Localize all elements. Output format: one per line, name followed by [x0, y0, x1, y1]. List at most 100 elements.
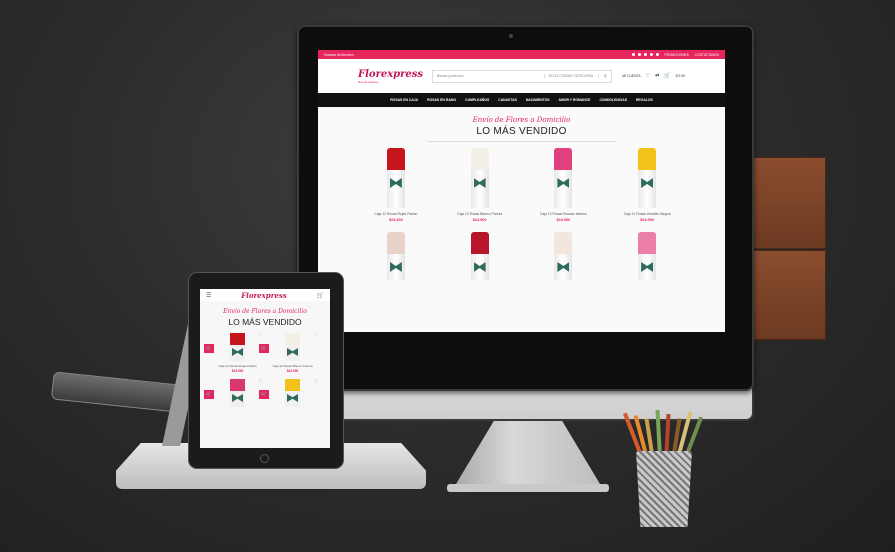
product-card[interactable]	[605, 232, 689, 286]
product-card[interactable]: Caja 12 Rosas Blanco Pureza $24.900	[438, 148, 522, 222]
ribbon-icon	[389, 262, 402, 272]
product-name[interactable]: Caja 12 Rosas Blanco Pureza	[272, 364, 312, 368]
ribbon-icon	[287, 394, 298, 402]
gift-box	[230, 391, 245, 407]
product-card[interactable]: Caja 12 Rosas Rojas Pasión $24.900	[354, 148, 438, 222]
product-image[interactable]	[638, 148, 657, 208]
product-image[interactable]	[230, 333, 245, 361]
wishlist-icon[interactable]: ♡	[314, 333, 318, 339]
main-nav: ROSAS EN CAJA ROSAS EN RAMO CUMPLEAÑOS CANA…	[318, 93, 725, 107]
product-image[interactable]	[638, 232, 657, 280]
linkedin-icon[interactable]	[649, 53, 653, 56]
nav-item[interactable]: AMOR Y ROMANCE	[559, 98, 591, 102]
twitter-icon[interactable]	[637, 53, 641, 56]
product-card[interactable]: 🛒 ♡	[259, 379, 320, 411]
tablet-header: ☰ Florexpress 🛒	[200, 289, 330, 301]
nav-item[interactable]: ROSAS EN CAJA	[390, 98, 418, 102]
search-icon[interactable]: ⚲	[598, 74, 611, 78]
nav-item[interactable]: REGALOS	[636, 98, 653, 102]
product-name[interactable]: Caja 12 Rosas Amarillo Alegría	[624, 212, 671, 216]
tablet-logo[interactable]: Florexpress	[241, 291, 287, 300]
ribbon-icon	[557, 178, 570, 188]
roses-image	[554, 232, 573, 254]
logo-name: Florexpress	[358, 68, 424, 80]
wooden-crate-bottom	[752, 250, 826, 340]
nav-item[interactable]: CONDOLENCIAS	[599, 98, 627, 102]
pinterest-icon[interactable]	[643, 53, 647, 56]
product-grid: Caja 12 Rosas Rojas Pasión $24.900 Caja 12…	[318, 148, 725, 286]
product-name[interactable]: Caja 12 Rosas Rojas Pasión	[218, 364, 256, 368]
product-image[interactable]	[285, 333, 300, 361]
product-name[interactable]: Caja 12 Rosas Rojas Pasión	[374, 212, 417, 216]
cart-icon[interactable]: 🛒	[317, 292, 324, 299]
contact-link[interactable]: CONTÁCTANOS	[695, 53, 719, 57]
product-price: $24.900	[389, 218, 403, 222]
product-card[interactable]	[438, 232, 522, 286]
product-image[interactable]	[285, 379, 300, 407]
category-select[interactable]: SELECCIONAR CATEGORÍA	[544, 74, 598, 78]
add-to-cart-icon[interactable]: 🛒	[259, 390, 269, 399]
cart-icon[interactable]: 🛒	[664, 73, 670, 79]
product-card[interactable]	[522, 232, 606, 286]
promotions-link[interactable]: PROMOCIONES	[665, 53, 689, 57]
gift-box	[230, 345, 245, 361]
facebook-icon[interactable]	[631, 53, 635, 56]
add-to-cart-icon[interactable]: 🛒	[259, 344, 269, 353]
product-image[interactable]	[554, 232, 573, 280]
product-price: $24.900	[640, 218, 654, 222]
roses-image	[638, 232, 657, 254]
cart-total[interactable]: $ 0.00	[676, 74, 685, 78]
product-image[interactable]	[470, 148, 489, 208]
nav-item[interactable]: ROSAS EN RAMO	[427, 98, 456, 102]
nav-item[interactable]: CANASTAS	[498, 98, 517, 102]
social-icons	[631, 53, 659, 56]
nav-item[interactable]: NACIMIENTOS	[526, 98, 550, 102]
roses-image	[386, 232, 405, 254]
add-to-cart-icon[interactable]: 🛒	[204, 390, 214, 399]
heart-icon[interactable]: ♡	[646, 73, 650, 79]
account-link[interactable]: MI CUENTA	[622, 74, 640, 78]
product-card[interactable]	[354, 232, 438, 286]
wishlist-icon[interactable]: ♡	[259, 379, 263, 385]
product-card[interactable]: Caja 12 Rosas Rosado Intenso $24.900	[522, 148, 606, 222]
roses-image	[230, 379, 245, 391]
logo[interactable]: Florexpress florería delivery	[358, 68, 424, 84]
tablet-hero-subtitle: Envío de Flores a Domicilio	[223, 308, 307, 315]
product-name[interactable]: Caja 12 Rosas Blanco Pureza	[457, 212, 502, 216]
product-image[interactable]	[230, 379, 245, 407]
wishlist-icon[interactable]: ♡	[314, 379, 318, 385]
wishlist-icon[interactable]: ♡	[259, 333, 263, 339]
hours-link[interactable]: Horarios de Atención	[324, 53, 354, 57]
gift-box	[386, 254, 405, 280]
roses-image	[285, 333, 300, 345]
product-price: $24.900	[472, 218, 487, 222]
gift-box	[554, 170, 573, 208]
tablet-product-grid: 🛒 ♡ Caja 12 Rosas Rojas Pasión $24.900 🛒 ♡ Caj…	[200, 333, 330, 411]
instagram-icon[interactable]	[655, 53, 659, 56]
compare-icon[interactable]: ⇄	[655, 73, 659, 79]
site-header: Florexpress florería delivery Buscar pro…	[318, 59, 725, 93]
ribbon-icon	[389, 178, 402, 188]
product-card[interactable]: 🛒 ♡	[204, 379, 265, 411]
product-image[interactable]	[386, 232, 405, 280]
menu-icon[interactable]: ☰	[206, 292, 211, 299]
smartphone	[50, 371, 182, 413]
nav-item[interactable]: CUMPLEAÑOS	[465, 98, 489, 102]
home-button-icon[interactable]	[260, 454, 269, 463]
camera-icon	[509, 34, 513, 38]
gift-box	[470, 254, 489, 280]
search-input[interactable]: Buscar productos	[433, 74, 544, 78]
product-image[interactable]	[554, 148, 573, 208]
add-to-cart-icon[interactable]: 🛒	[204, 344, 214, 353]
product-card[interactable]: 🛒 ♡ Caja 12 Rosas Rojas Pasión $24.900	[204, 333, 265, 373]
product-card[interactable]: 🛒 ♡ Caja 12 Rosas Blanco Pureza $24.900	[259, 333, 320, 373]
gift-box	[638, 254, 657, 280]
hero-subtitle: Envío de Flores a Domicilio	[472, 116, 571, 124]
gift-box	[386, 170, 405, 208]
divider	[426, 141, 617, 142]
product-name[interactable]: Caja 12 Rosas Rosado Intenso	[540, 212, 587, 216]
product-card[interactable]: Caja 12 Rosas Amarillo Alegría $24.900	[605, 148, 689, 222]
product-image[interactable]	[386, 148, 405, 208]
product-image[interactable]	[470, 232, 489, 280]
ribbon-icon	[232, 394, 243, 402]
